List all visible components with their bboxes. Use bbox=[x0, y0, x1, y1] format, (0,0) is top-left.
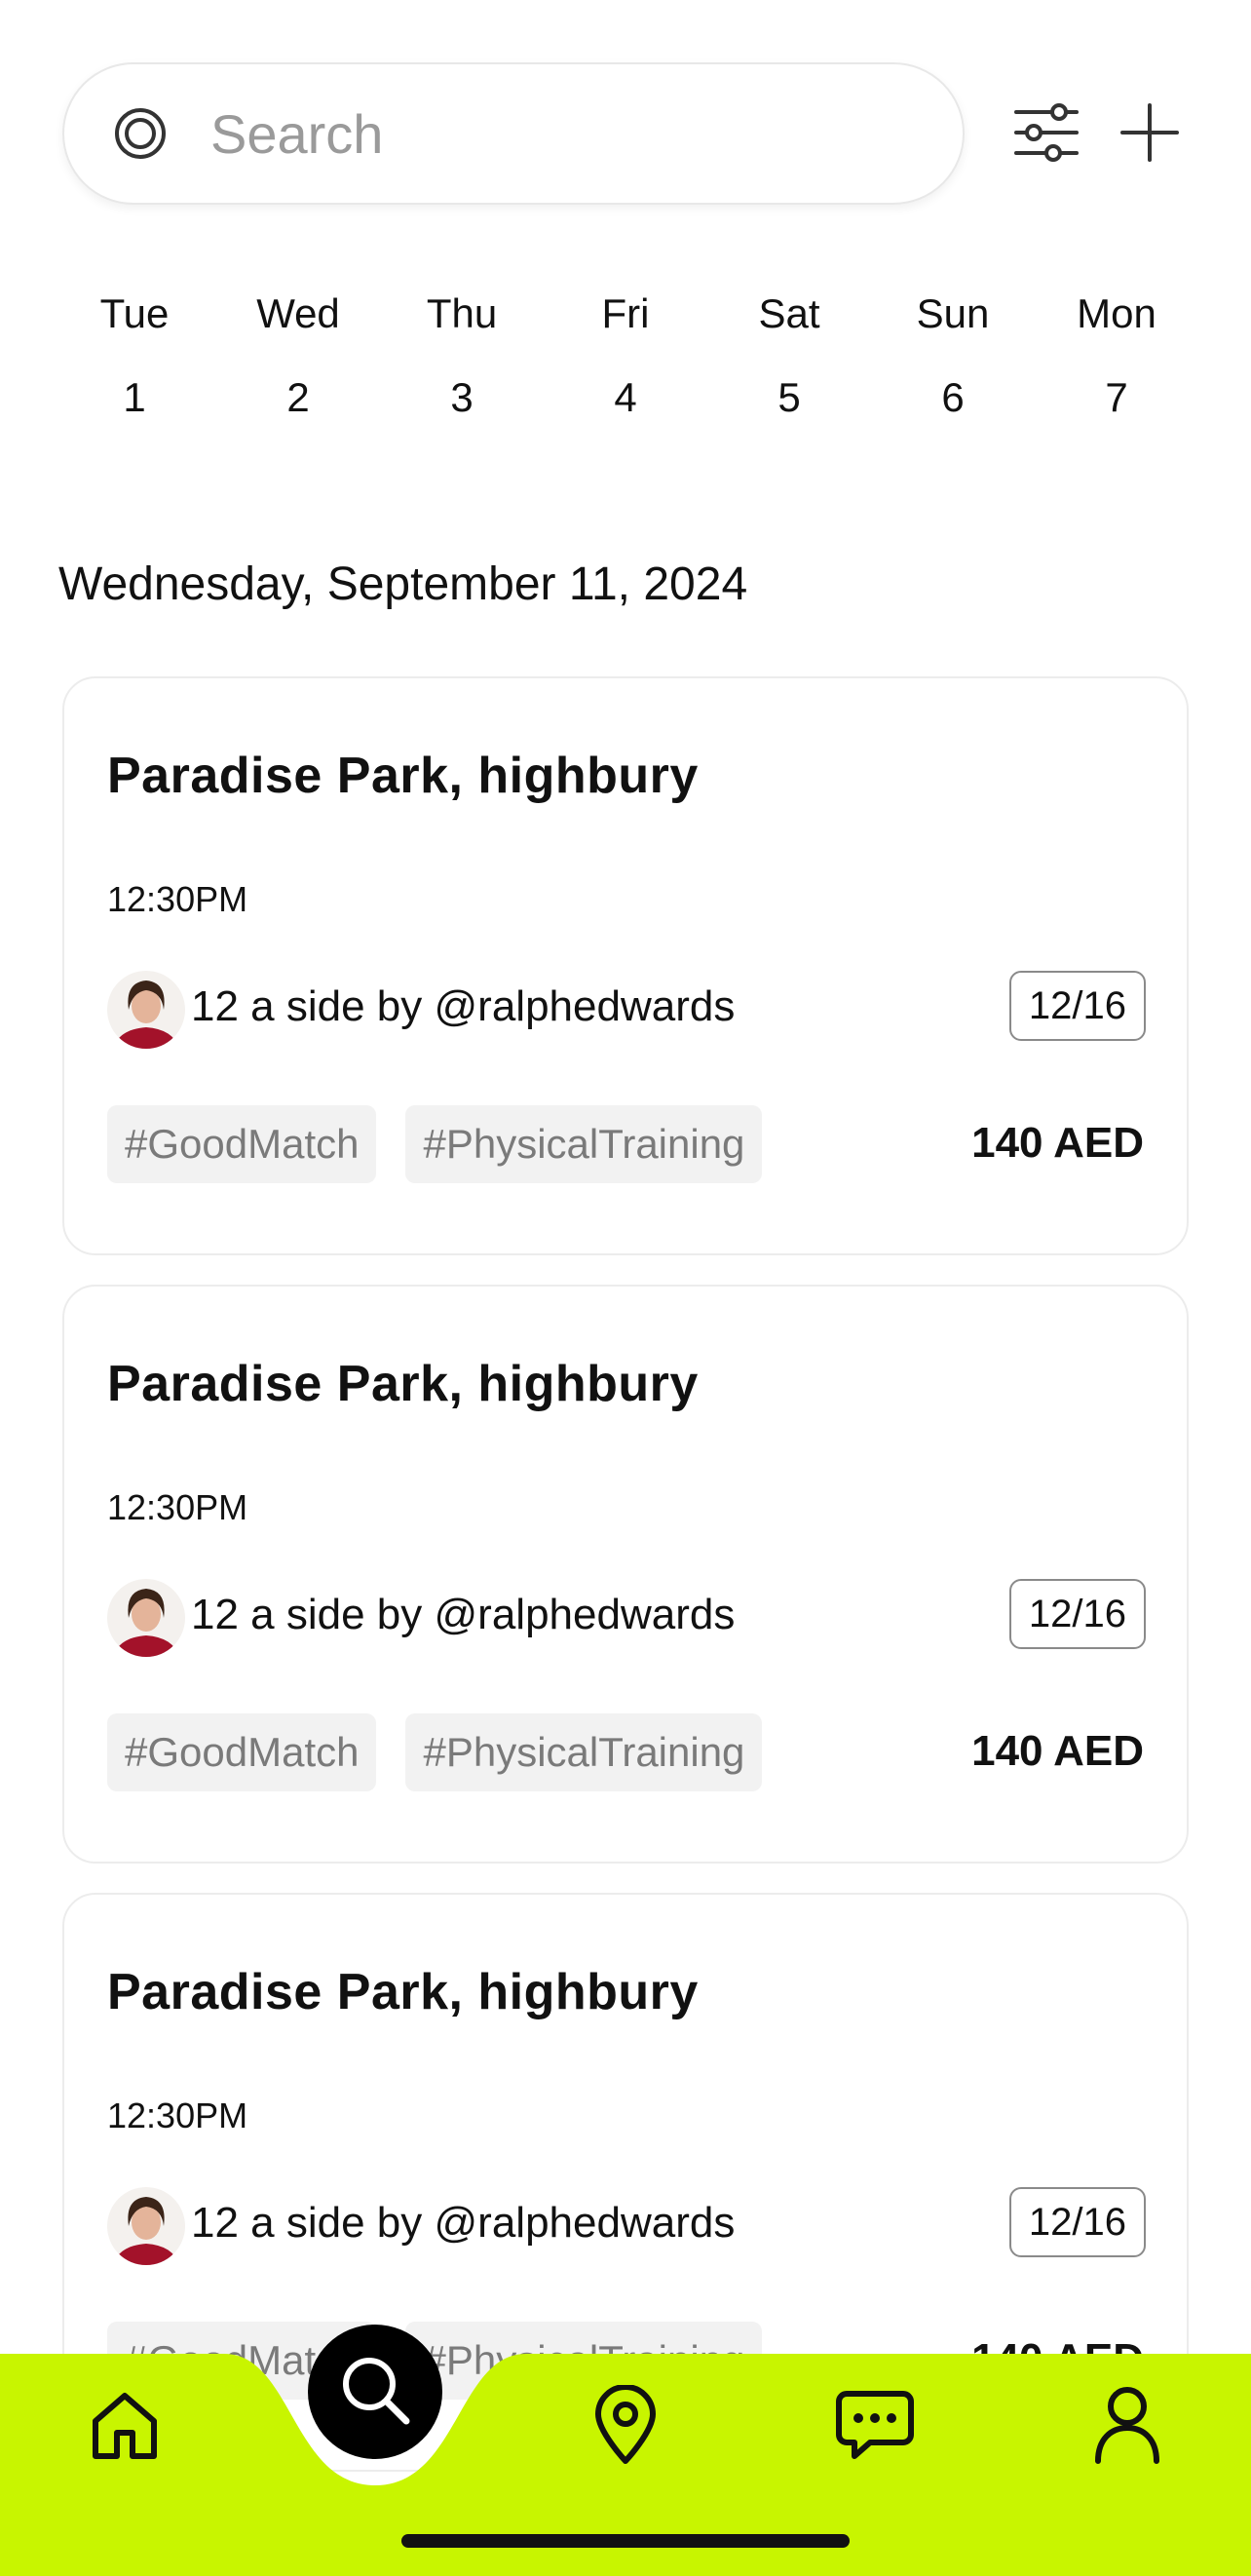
tag-chip[interactable]: #PhysicalTraining bbox=[405, 1713, 763, 1791]
tag-chip[interactable]: #GoodMatch bbox=[107, 1713, 377, 1791]
avatar bbox=[107, 1579, 185, 1657]
day-name: Sun bbox=[916, 290, 990, 336]
target-icon bbox=[113, 106, 168, 161]
event-title: Paradise Park, highbury bbox=[107, 748, 699, 804]
week-strip: Tue 1 Wed 2 Thu 3 Fri 4 Sat 5 Sun 6 Mon … bbox=[53, 283, 1198, 429]
day-name: Thu bbox=[426, 290, 498, 336]
event-time: 12:30PM bbox=[107, 2095, 248, 2135]
chat-icon bbox=[835, 2388, 915, 2467]
nav-chat[interactable] bbox=[831, 2383, 919, 2471]
day-item[interactable]: Sat 5 bbox=[707, 283, 871, 429]
day-item[interactable]: Sun 6 bbox=[871, 283, 1035, 429]
plus-icon bbox=[1120, 102, 1179, 167]
nav-search-button[interactable] bbox=[308, 2325, 442, 2459]
tag-list: #GoodMatch #PhysicalTraining bbox=[107, 1713, 763, 1791]
tag-list: #GoodMatch #PhysicalTraining bbox=[107, 1105, 763, 1183]
avatar bbox=[107, 971, 185, 1049]
filter-button[interactable] bbox=[1009, 97, 1083, 172]
event-title: Paradise Park, highbury bbox=[107, 1356, 699, 1412]
event-card[interactable]: Paradise Park, highbury 12:30PM 12 a sid… bbox=[62, 676, 1189, 1255]
day-item[interactable]: Wed 2 bbox=[216, 283, 380, 429]
day-number: 4 bbox=[614, 374, 637, 420]
day-name: Mon bbox=[1077, 290, 1156, 336]
nav-location[interactable] bbox=[582, 2383, 669, 2471]
home-icon bbox=[86, 2386, 164, 2469]
day-name: Tue bbox=[99, 290, 170, 336]
tag-chip[interactable]: #GoodMatch bbox=[107, 1105, 377, 1183]
event-organizer: 12 a side by @ralphedwards bbox=[191, 1591, 736, 1638]
day-number: 5 bbox=[777, 374, 801, 420]
home-indicator bbox=[401, 2534, 850, 2548]
day-name: Sat bbox=[758, 290, 820, 336]
avatar bbox=[107, 2187, 185, 2265]
event-price: 140 AED bbox=[971, 1727, 1144, 1775]
nav-home[interactable] bbox=[81, 2383, 169, 2471]
profile-icon bbox=[1093, 2385, 1161, 2470]
day-item[interactable]: Fri 4 bbox=[544, 283, 707, 429]
day-name: Fri bbox=[601, 290, 650, 336]
search-icon bbox=[336, 2351, 414, 2434]
date-heading: Wednesday, September 11, 2024 bbox=[58, 558, 748, 610]
nav-profile[interactable] bbox=[1083, 2383, 1171, 2471]
event-organizer: 12 a side by @ralphedwards bbox=[191, 982, 736, 1030]
tag-chip[interactable]: #PhysicalTraining bbox=[405, 1105, 763, 1183]
add-button[interactable] bbox=[1113, 97, 1187, 172]
event-price: 140 AED bbox=[971, 1119, 1144, 1167]
day-item[interactable]: Thu 3 bbox=[380, 283, 544, 429]
day-item[interactable]: Tue 1 bbox=[53, 283, 216, 429]
search-input[interactable] bbox=[208, 100, 894, 167]
day-number: 3 bbox=[450, 374, 474, 420]
location-pin-icon bbox=[590, 2383, 661, 2470]
day-name: Wed bbox=[256, 290, 340, 336]
event-time: 12:30PM bbox=[107, 1487, 248, 1527]
day-number: 2 bbox=[286, 374, 310, 420]
day-number: 6 bbox=[941, 374, 965, 420]
capacity-badge: 12/16 bbox=[1008, 1579, 1146, 1649]
search-bar[interactable] bbox=[62, 62, 965, 205]
day-number: 1 bbox=[123, 374, 146, 420]
capacity-badge: 12/16 bbox=[1008, 971, 1146, 1041]
event-card[interactable]: Paradise Park, highbury 12:30PM 12 a sid… bbox=[62, 1285, 1189, 1864]
capacity-badge: 12/16 bbox=[1008, 2187, 1146, 2257]
event-organizer: 12 a side by @ralphedwards bbox=[191, 2199, 736, 2247]
sliders-icon bbox=[1012, 102, 1080, 168]
event-title: Paradise Park, highbury bbox=[107, 1964, 699, 2020]
day-item[interactable]: Mon 7 bbox=[1035, 283, 1198, 429]
day-number: 7 bbox=[1105, 374, 1128, 420]
event-time: 12:30PM bbox=[107, 879, 248, 919]
